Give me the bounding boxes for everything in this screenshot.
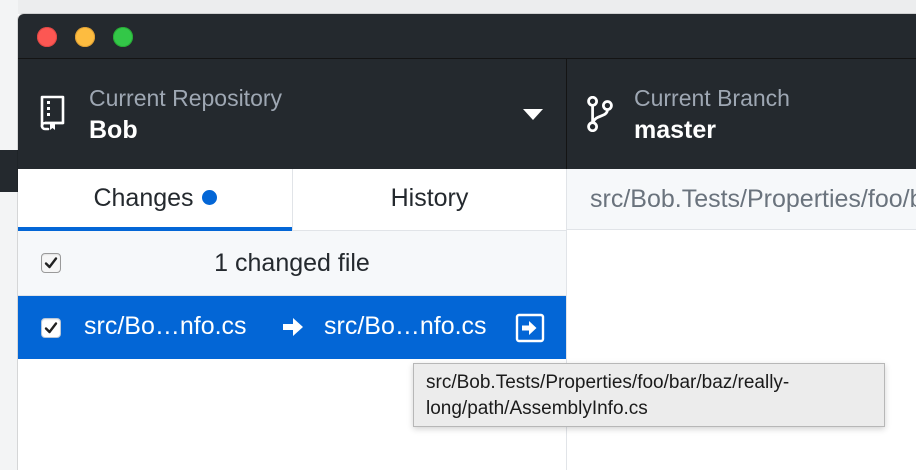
sidebar-tabs: Changes History <box>18 169 566 231</box>
file-new-path: src/Bo…nfo.cs <box>324 312 487 340</box>
background-window-edge <box>0 0 18 470</box>
background-window-strip <box>0 0 916 14</box>
file-path-tooltip: src/Bob.Tests/Properties/foo/bar/baz/rea… <box>413 363 885 427</box>
file-include-checkbox[interactable] <box>41 318 61 338</box>
tab-changes-label: Changes <box>93 184 194 212</box>
tooltip-line-1: src/Bob.Tests/Properties/foo/bar/baz/rea… <box>426 372 790 393</box>
app-window: Current Repository Bob Current Branch ma… <box>18 14 916 470</box>
diff-file-path: src/Bob.Tests/Properties/foo/bar/baz/rea… <box>590 185 916 213</box>
background-window-band <box>0 150 18 192</box>
current-repository-label: Current Repository <box>89 85 283 111</box>
changed-file-row[interactable]: src/Bo…nfo.cs src/Bo…nfo.cs <box>18 296 566 359</box>
current-repository-button[interactable]: Current Repository Bob <box>18 59 567 169</box>
repo-icon <box>40 95 65 131</box>
tab-history[interactable]: History <box>292 169 566 230</box>
app-toolbar: Current Repository Bob Current Branch ma… <box>18 58 916 169</box>
current-branch-name: master <box>634 116 716 144</box>
tab-changes[interactable]: Changes <box>18 169 292 231</box>
checkmark-icon <box>44 322 58 334</box>
maximize-window-button[interactable] <box>113 27 133 47</box>
changed-files-count: 1 changed file <box>214 249 370 277</box>
tooltip-line-2: long/path/AssemblyInfo.cs <box>426 398 648 419</box>
arrow-right-icon <box>283 318 303 336</box>
tab-history-label: History <box>390 184 469 212</box>
current-branch-button[interactable]: Current Branch master <box>567 59 916 169</box>
current-repository-name: Bob <box>89 116 138 144</box>
git-branch-icon <box>587 96 613 132</box>
renamed-icon <box>515 313 545 343</box>
title-bar[interactable] <box>18 14 916 58</box>
file-old-path: src/Bo…nfo.cs <box>84 312 247 340</box>
changes-indicator-dot <box>201 190 217 205</box>
changed-files-header: 1 changed file <box>18 231 566 296</box>
triangle-down-icon <box>523 109 543 120</box>
close-window-button[interactable] <box>37 27 57 47</box>
minimize-window-button[interactable] <box>75 27 95 47</box>
current-branch-label: Current Branch <box>634 85 790 111</box>
diff-file-header: src/Bob.Tests/Properties/foo/bar/baz/rea… <box>567 169 916 230</box>
